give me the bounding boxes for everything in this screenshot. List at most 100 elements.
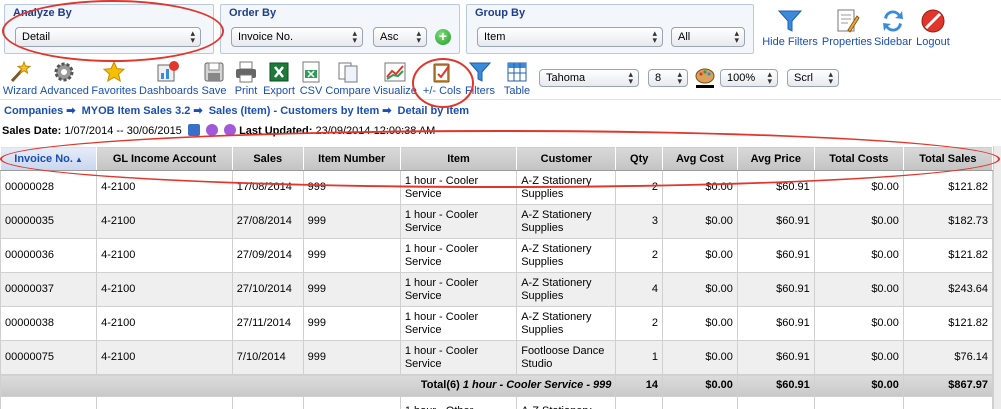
next-period-icon[interactable]: [224, 124, 236, 136]
column-header-avg-price[interactable]: Avg Price: [736, 146, 815, 171]
table-row[interactable]: 00000075 4-2100 7/10/2014 999 1 hour - C…: [0, 340, 994, 375]
columns-button[interactable]: +/- Cols: [420, 60, 464, 97]
font-size-value: 8: [655, 72, 662, 84]
order-direction-select[interactable]: Asc ▴ ▾: [373, 27, 427, 47]
wizard-label: Wizard: [2, 85, 38, 97]
calendar-icon[interactable]: [187, 124, 200, 136]
cell-total-costs: $0.00: [813, 238, 904, 273]
line-chart-icon: [384, 62, 406, 82]
column-header-gl-account[interactable]: GL Income Account: [96, 146, 233, 171]
csv-label: CSV: [299, 85, 323, 97]
column-header-item[interactable]: Item: [399, 146, 518, 171]
table-row[interactable]: 1 hour - Other A-Z Stationery: [0, 396, 994, 409]
filters-button[interactable]: Filters: [464, 60, 496, 97]
table-button[interactable]: Table: [502, 60, 532, 97]
export-button[interactable]: Export: [262, 60, 296, 97]
compare-documents-icon: [338, 62, 358, 83]
column-header-customer[interactable]: Customer: [516, 146, 617, 171]
previous-period-icon[interactable]: [205, 124, 218, 136]
group-by-scope-value: All: [678, 31, 691, 43]
column-header-avg-cost[interactable]: Avg Cost: [661, 146, 738, 171]
sidebar-button[interactable]: Sidebar: [872, 8, 914, 48]
cell-item: 1 hour - Cooler Service: [399, 170, 518, 205]
clipboard-edit-icon: [433, 63, 450, 83]
total-total-sales: $867.97: [902, 374, 994, 397]
total-avg-price: $60.91: [736, 374, 815, 397]
font-size-select[interactable]: 8 ▴ ▾: [648, 69, 688, 87]
table-row[interactable]: 00000035 4-2100 27/08/2014 999 1 hour - …: [0, 204, 994, 239]
analyze-by-select[interactable]: Detail ▴ ▾: [15, 27, 201, 47]
properties-button[interactable]: Properties: [820, 8, 874, 48]
group-by-scope-select[interactable]: All ▴ ▾: [671, 27, 745, 47]
column-header-qty[interactable]: Qty: [615, 146, 663, 171]
cell-customer: A-Z Stationery Supplies: [516, 306, 617, 341]
sales-date-label: Sales Date:: [2, 125, 62, 137]
breadcrumb-item[interactable]: Companies: [4, 105, 63, 117]
cell-sales-date: 27/11/2014: [231, 306, 304, 341]
select-arrows-icon: ▴ ▾: [352, 28, 357, 45]
report-grid: Invoice No. ▲ GL Income Account Sales Ite…: [0, 146, 1001, 409]
print-button[interactable]: Print: [231, 60, 261, 97]
sidebar-label: Sidebar: [874, 36, 912, 48]
vertical-scrollbar[interactable]: [993, 146, 1001, 409]
table-row[interactable]: 00000028 4-2100 17/08/2014 999 1 hour - …: [0, 170, 994, 205]
cell-item: 1 hour - Other: [399, 396, 518, 409]
add-order-button[interactable]: +: [435, 29, 451, 45]
dashboards-button[interactable]: Dashboards: [139, 60, 198, 97]
cell-item-number: 999: [302, 306, 401, 341]
order-by-field-select[interactable]: Invoice No. ▴ ▾: [231, 27, 363, 47]
breadcrumb-item[interactable]: Detail by Item: [398, 105, 470, 117]
cell-qty: 2: [615, 306, 663, 341]
zoom-select[interactable]: 100% ▴ ▾: [720, 69, 778, 87]
printer-icon: [236, 61, 256, 83]
table-row[interactable]: 00000038 4-2100 27/11/2014 999 1 hour - …: [0, 306, 994, 341]
group-by-field-select[interactable]: Item ▴ ▾: [477, 27, 663, 47]
breadcrumb-item[interactable]: Sales (Item) - Customers by Item: [209, 105, 380, 117]
font-family-select[interactable]: Tahoma ▴ ▾: [539, 69, 639, 87]
last-updated-value: 23/09/2014 12:00:38 AM: [315, 125, 436, 137]
logout-icon: [921, 9, 945, 33]
compare-button[interactable]: Compare: [325, 60, 371, 97]
group-total-label: Total(6) 1 hour - Cooler Service - 999: [0, 374, 617, 397]
report-toolbar: Wizard Advanced Favorites Dashboards Sav…: [0, 58, 1001, 100]
visualize-label: Visualize: [373, 85, 417, 97]
cell-total-sales: $76.14: [902, 340, 994, 375]
cell-gl-account: 4-2100: [96, 170, 233, 205]
cell-gl-account: 4-2100: [96, 306, 233, 341]
export-label: Export: [263, 85, 295, 97]
column-header-total-costs[interactable]: Total Costs: [813, 146, 904, 171]
column-header-sales[interactable]: Sales: [231, 146, 304, 171]
save-button[interactable]: Save: [199, 60, 229, 97]
scroll-mode-select[interactable]: Scrl ▴ ▾: [787, 69, 839, 87]
sales-date-value: 1/07/2014 -- 30/06/2015: [64, 125, 182, 137]
visualize-button[interactable]: Visualize: [372, 60, 418, 97]
wizard-button[interactable]: Wizard: [2, 60, 38, 97]
advanced-button[interactable]: Advanced: [40, 60, 89, 97]
analyze-by-group: Analyze By Detail ▴ ▾: [4, 4, 214, 54]
hide-filters-button[interactable]: Hide Filters: [760, 8, 820, 48]
column-header-item-number[interactable]: Item Number: [302, 146, 401, 171]
csv-button[interactable]: CSV: [298, 60, 324, 97]
cell-avg-cost: $0.00: [661, 204, 738, 239]
cell-avg-price: $60.91: [736, 306, 815, 341]
logout-button[interactable]: Logout: [912, 8, 954, 48]
cell-avg-price: $60.91: [736, 204, 815, 239]
table-row[interactable]: 00000036 4-2100 27/09/2014 999 1 hour - …: [0, 238, 994, 273]
filters-label: Filters: [465, 85, 495, 97]
cell-gl-account: 4-2100: [96, 272, 233, 307]
column-header-total-sales[interactable]: Total Sales: [902, 146, 994, 171]
last-updated-label: Last Updated:: [239, 125, 313, 137]
group-total-row: Total(6) 1 hour - Cooler Service - 999 1…: [0, 374, 994, 397]
favorites-button[interactable]: Favorites: [91, 60, 137, 97]
report-status: Sales Date: 1/07/2014 -- 30/06/2015 Last…: [2, 124, 435, 137]
funnel-icon: [777, 10, 803, 32]
column-header-invoice[interactable]: Invoice No. ▲: [0, 146, 98, 171]
cell-sales-date: 27/08/2014: [231, 204, 304, 239]
cell-item-number: 999: [302, 272, 401, 307]
cell-total-sales: $121.82: [902, 238, 994, 273]
breadcrumb-item[interactable]: MYOB Item Sales 3.2: [82, 105, 191, 117]
print-label: Print: [234, 85, 258, 97]
table-row[interactable]: 00000037 4-2100 27/10/2014 999 1 hour - …: [0, 272, 994, 307]
color-palette-icon[interactable]: [695, 67, 715, 89]
cell-sales-date: 27/10/2014: [231, 272, 304, 307]
